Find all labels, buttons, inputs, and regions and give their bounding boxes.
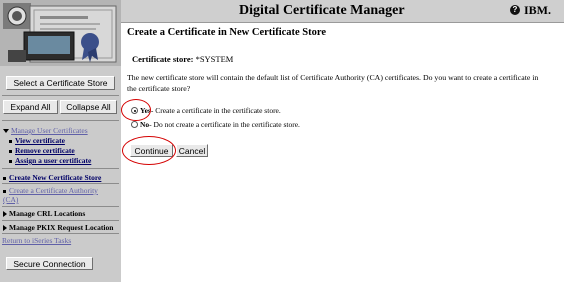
sidebar-item-manage-user-certificates[interactable]: Manage User Certificates (3, 126, 88, 135)
sidebar-subitem-remove-certificate[interactable]: Remove certificate (9, 146, 75, 155)
expand-all-button[interactable]: Expand All (3, 100, 58, 114)
sidebar-subitem-view-certificate[interactable]: View certificate (9, 136, 65, 145)
option-yes[interactable]: Yes - Create a certificate in the certif… (131, 106, 281, 115)
option-no-key: No (140, 120, 150, 129)
no-radio[interactable] (131, 121, 138, 128)
option-yes-text: - Create a certificate in the certificat… (150, 106, 281, 115)
dcm-logo-image (0, 0, 121, 66)
certificate-store-label: Certificate store: (132, 54, 194, 64)
sidebar-divider (2, 95, 119, 96)
sidebar-divider (2, 120, 119, 121)
bullet-icon (3, 189, 6, 193)
sidebar-divider (2, 220, 119, 221)
expanded-arrow-icon (3, 129, 9, 134)
collapse-all-button[interactable]: Collapse All (60, 100, 117, 114)
description-text: The new certificate store will contain t… (127, 73, 539, 93)
sidebar-subitem-assign-user-certificate[interactable]: Assign a user certificate (9, 156, 91, 165)
bullet-icon (3, 176, 6, 180)
option-no-text: - Do not create a certificate in the cer… (149, 120, 300, 129)
sidebar-item-manage-pkix-request-location[interactable]: Manage PKIX Request Location (3, 223, 113, 232)
certificate-logo-icon (0, 0, 121, 66)
ibm-logo: IBM. (524, 3, 551, 17)
bullet-icon (9, 149, 12, 153)
certificate-store-info: Certificate store: *SYSTEM (132, 54, 233, 64)
app-title: Digital Certificate Manager (239, 3, 405, 18)
cancel-button[interactable]: Cancel (176, 144, 208, 157)
continue-button[interactable]: Continue (130, 144, 173, 157)
bullet-icon (9, 139, 12, 143)
navigation-sidebar: Select a Certificate Store Expand All Co… (0, 0, 121, 282)
return-to-iseries-tasks-link[interactable]: Return to iSeries Tasks (2, 236, 71, 245)
sidebar-divider (2, 168, 119, 169)
sidebar-item-create-new-certificate-store[interactable]: Create New Certificate Store (3, 173, 101, 182)
collapsed-arrow-icon (3, 225, 7, 232)
main-content: Create a Certificate in New Certificate … (121, 23, 564, 282)
sidebar-divider (2, 206, 119, 207)
sidebar-item-manage-crl-locations[interactable]: Manage CRL Locations (3, 209, 85, 218)
page-title: Create a Certificate in New Certificate … (127, 27, 327, 38)
secure-connection-button[interactable]: Secure Connection (6, 257, 93, 270)
certificate-store-value: *SYSTEM (195, 54, 234, 64)
sidebar-divider (2, 233, 119, 234)
select-certificate-store-button[interactable]: Select a Certificate Store (6, 76, 115, 90)
help-icon[interactable]: ? (510, 5, 520, 15)
yes-radio[interactable] (131, 107, 138, 114)
bullet-icon (9, 159, 12, 163)
option-yes-key: Yes (140, 106, 151, 115)
option-no[interactable]: No - Do not create a certificate in the … (131, 120, 300, 129)
sidebar-divider (2, 183, 119, 184)
page-header: Digital Certificate Manager ? IBM. (121, 0, 564, 23)
sidebar-item-create-certificate-authority[interactable]: Create a Certificate Authority (CA) (3, 186, 115, 204)
collapsed-arrow-icon (3, 211, 7, 218)
